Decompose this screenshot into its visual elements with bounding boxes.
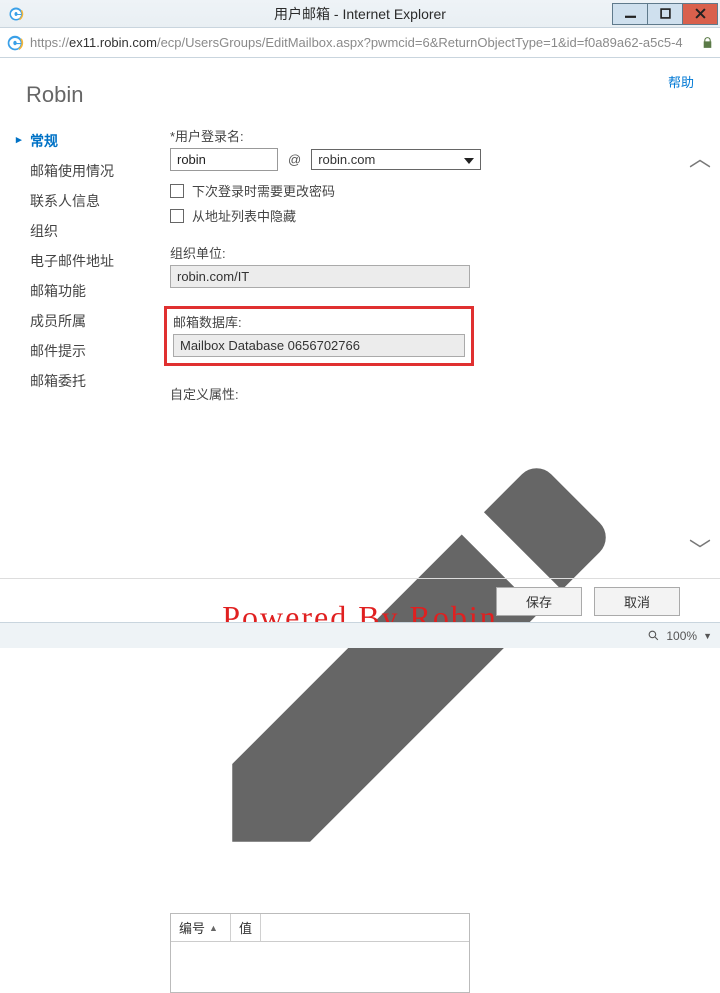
- scroll-up-icon[interactable]: ︿: [689, 148, 711, 170]
- scroll-rail: ︿ ﹀: [690, 148, 710, 562]
- domain-select[interactable]: robin.com: [311, 149, 481, 170]
- sidebar-item-usage[interactable]: 邮箱使用情况: [26, 156, 146, 186]
- save-button[interactable]: 保存: [496, 587, 582, 616]
- edit-icon[interactable]: [170, 892, 668, 907]
- sidebar-item-organization[interactable]: 组织: [26, 216, 146, 246]
- main-panel: *用户登录名: @ robin.com 下次登录时需要更改密码 从地址列表中隐藏…: [170, 126, 694, 993]
- custom-attr-label: 自定义属性:: [170, 384, 668, 403]
- help-link[interactable]: 帮助: [668, 72, 694, 91]
- minimize-button[interactable]: [612, 3, 648, 25]
- zoom-level: 100%: [666, 629, 697, 643]
- db-value: Mailbox Database 0656702766: [173, 334, 465, 357]
- address-bar: https://ex11.robin.com/ecp/UsersGroups/E…: [0, 28, 720, 58]
- url-field[interactable]: https://ex11.robin.com/ecp/UsersGroups/E…: [30, 35, 695, 50]
- page-content: 帮助 Robin 常规 邮箱使用情况 联系人信息 组织 电子邮件地址 邮箱功能 …: [0, 58, 720, 622]
- window-controls: [613, 3, 718, 25]
- db-label: 邮箱数据库:: [173, 312, 465, 331]
- checkbox-icon: [170, 209, 184, 223]
- at-sign: @: [288, 152, 301, 167]
- sidebar-item-contact[interactable]: 联系人信息: [26, 186, 146, 216]
- dialog-footer: 保存 取消: [0, 578, 720, 620]
- status-bar: 100% ▼: [0, 622, 720, 648]
- mailbox-db-highlight: 邮箱数据库: Mailbox Database 0656702766: [164, 306, 474, 366]
- scroll-down-icon[interactable]: ﹀: [689, 540, 711, 562]
- sidebar-item-member-of[interactable]: 成员所属: [26, 306, 146, 336]
- table-header-id[interactable]: 编号▲: [171, 914, 231, 941]
- close-button[interactable]: [682, 3, 718, 25]
- sidebar-item-delegation[interactable]: 邮箱委托: [26, 366, 146, 396]
- login-name-input[interactable]: [170, 148, 278, 171]
- ie-icon: [6, 34, 24, 52]
- zoom-icon[interactable]: [647, 629, 660, 642]
- lock-icon: [701, 36, 714, 49]
- checkbox-hide-from-gal[interactable]: 从地址列表中隐藏: [170, 206, 668, 225]
- ou-label: 组织单位:: [170, 243, 668, 262]
- sort-asc-icon: ▲: [209, 923, 218, 933]
- maximize-button[interactable]: [647, 3, 683, 25]
- ou-value: robin.com/IT: [170, 265, 470, 288]
- login-label: *用户登录名:: [170, 126, 668, 145]
- checkbox-change-password[interactable]: 下次登录时需要更改密码: [170, 181, 668, 200]
- table-header-value[interactable]: 值: [231, 914, 261, 941]
- checkbox-icon: [170, 184, 184, 198]
- sidebar: 常规 邮箱使用情况 联系人信息 组织 电子邮件地址 邮箱功能 成员所属 邮件提示…: [26, 126, 146, 993]
- zoom-dropdown-icon[interactable]: ▼: [703, 631, 712, 641]
- sidebar-item-mailtip[interactable]: 邮件提示: [26, 336, 146, 366]
- sidebar-item-email-address[interactable]: 电子邮件地址: [26, 246, 146, 276]
- cancel-button[interactable]: 取消: [594, 587, 680, 616]
- sidebar-item-general[interactable]: 常规: [26, 126, 146, 156]
- custom-attr-table: 编号▲ 值: [170, 913, 470, 993]
- page-title: Robin: [26, 82, 694, 108]
- window-titlebar: 用户邮箱 - Internet Explorer: [0, 0, 720, 28]
- sidebar-item-mailbox-features[interactable]: 邮箱功能: [26, 276, 146, 306]
- ie-icon: [8, 6, 24, 22]
